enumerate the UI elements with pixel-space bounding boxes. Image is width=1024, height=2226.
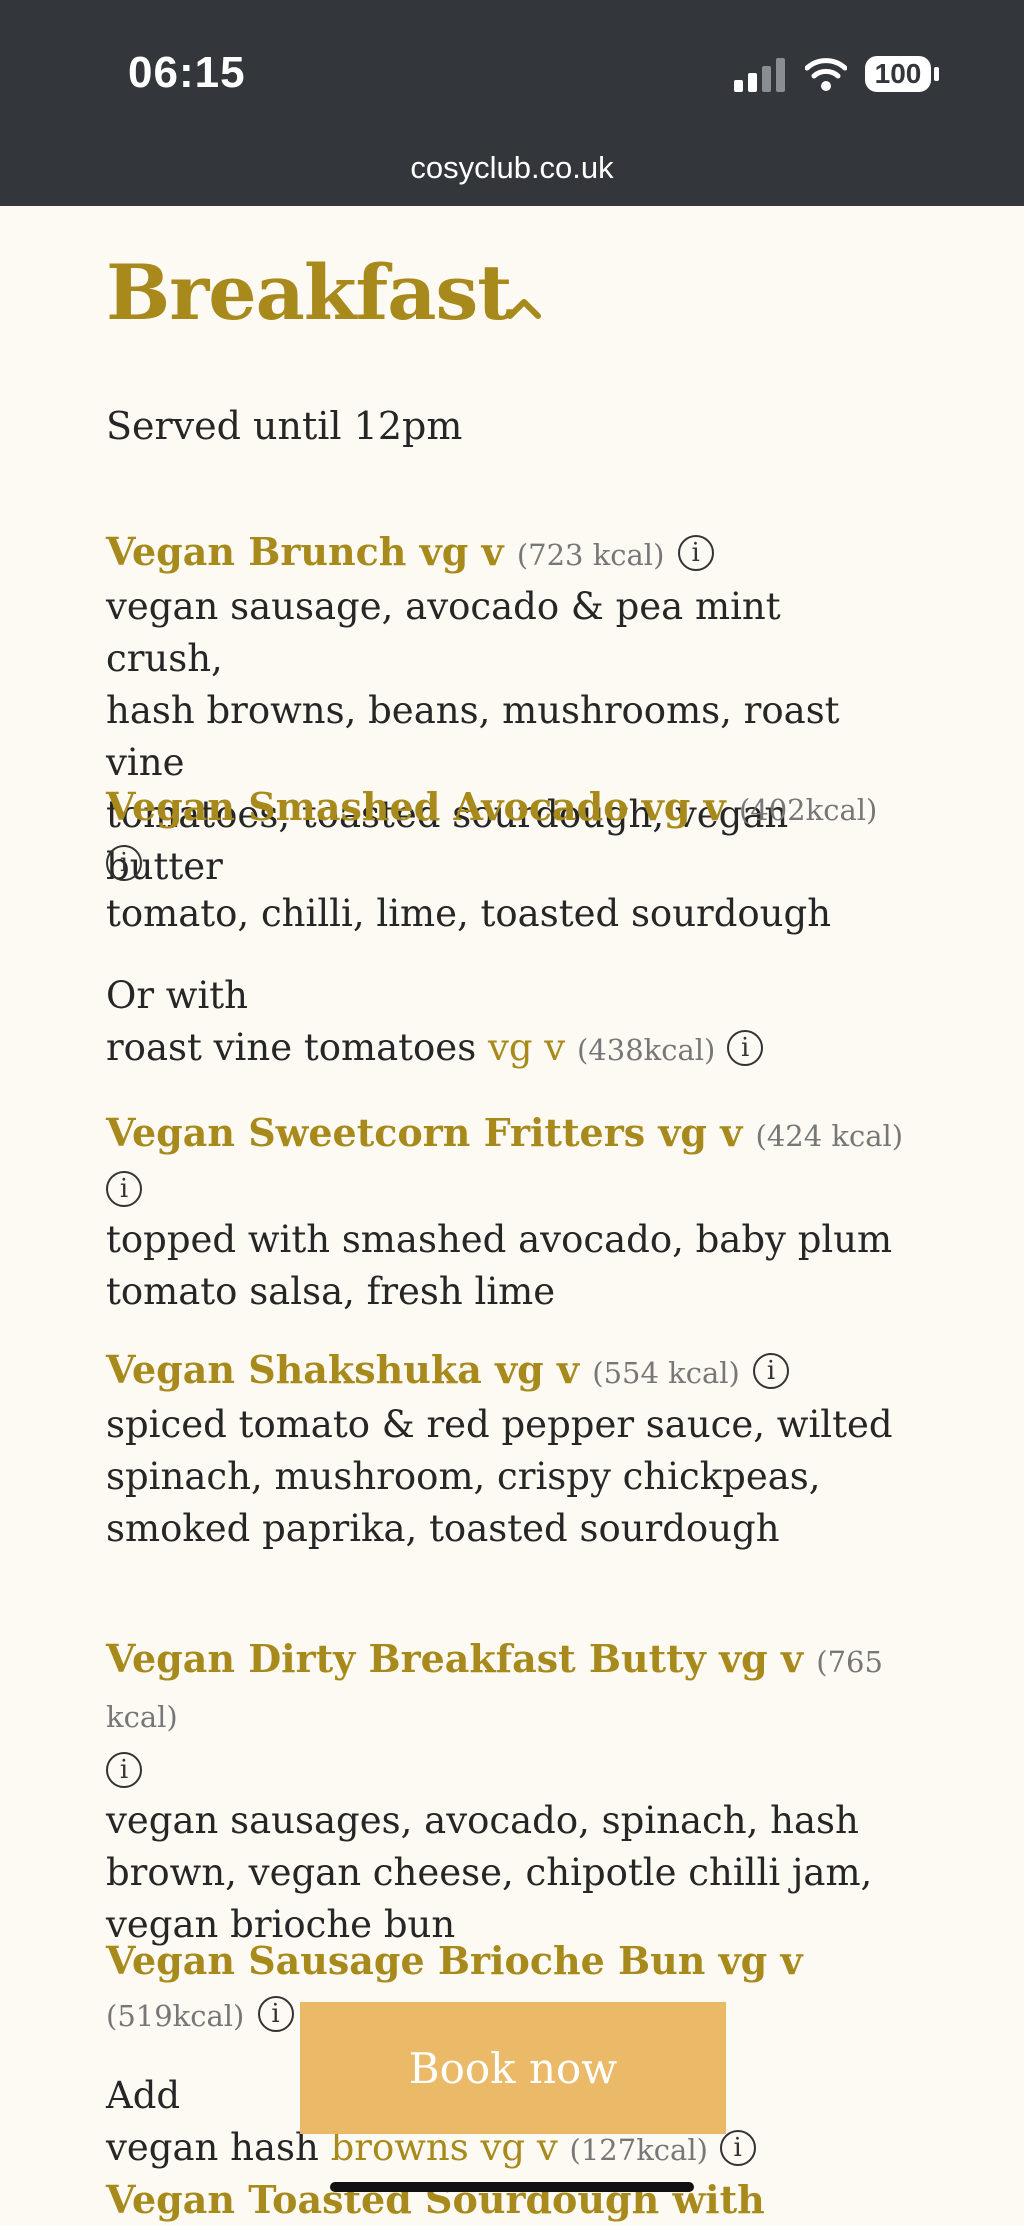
cellular-signal-icon xyxy=(734,58,785,92)
menu-item-name: Vegan Sweetcorn Fritters vg v xyxy=(106,1110,743,1155)
menu-item-description: spiced tomato & red pepper sauce, wilted… xyxy=(106,1399,906,1555)
description-line: vegan sausage, avocado & pea mint crush, xyxy=(106,585,781,680)
info-icon[interactable]: i xyxy=(257,1996,294,2032)
description-line: smoked paprika, toasted sourdough xyxy=(106,1507,780,1550)
description-line: hash browns, beans, mushrooms, roast vin… xyxy=(106,689,840,784)
menu-item-kcal: (554 kcal) xyxy=(592,1356,740,1390)
info-icon[interactable]: i xyxy=(753,1353,790,1389)
description-line: spiced tomato & red pepper sauce, wilted xyxy=(106,1403,893,1446)
battery-icon: 100 xyxy=(865,56,931,92)
menu-item-description: topped with smashed avocado, baby plum t… xyxy=(106,1214,906,1318)
menu-item-kcal: (723 kcal) xyxy=(516,538,665,572)
menu-item-name: Vegan Dirty Breakfast Butty vg v xyxy=(106,1636,804,1681)
menu-item-kcal: (424 kcal) xyxy=(755,1119,904,1153)
menu-item-kcal: (519kcal) xyxy=(106,1999,245,2033)
description-line: brown, vegan cheese, chipotle chilli jam… xyxy=(106,1851,873,1894)
info-icon[interactable]: i xyxy=(106,845,142,881)
section-heading[interactable]: Breakfast xyxy=(106,248,512,337)
description-line: vegan sausages, avocado, spinach, hash xyxy=(106,1799,859,1842)
battery-tip xyxy=(934,67,939,81)
menu-item: Vegan Sweetcorn Fritters vg v (424 kcal)… xyxy=(106,1107,906,1318)
variant-kcal: (127kcal) xyxy=(569,2133,708,2167)
served-until-text: Served until 12pm xyxy=(106,404,463,448)
wifi-icon xyxy=(805,58,847,91)
menu-item-description: vegan sausages, avocado, spinach, hash b… xyxy=(106,1795,906,1951)
home-indicator[interactable] xyxy=(330,2182,694,2192)
variant-kcal: (438kcal) xyxy=(576,1033,716,1067)
menu-item: Vegan Dirty Breakfast Butty vg v (765 kc… xyxy=(106,1633,906,1951)
description-line: tomato salsa, fresh lime xyxy=(106,1270,556,1313)
variant-text: roast vine tomatoes xyxy=(106,1026,477,1069)
menu-item-title: Vegan Smashed Avocado vg v (402kcal) i xyxy=(106,781,906,888)
menu-item-name: Vegan Smashed Avocado vg v xyxy=(106,784,726,829)
chevron-up-icon[interactable] xyxy=(504,292,544,322)
menu-item-name: Vegan Brunch vg v xyxy=(106,529,504,574)
address-bar-url[interactable]: cosyclub.co.uk xyxy=(0,150,1024,186)
menu-item-kcal: (402kcal) xyxy=(738,793,878,827)
status-time: 06:15 xyxy=(128,48,246,97)
status-bar: 06:15 100 cosyclub.co.uk xyxy=(0,0,1024,206)
description-line: topped with smashed avocado, baby plum xyxy=(106,1218,893,1261)
menu-item-title: Vegan Shakshuka vg v (554 kcal) i xyxy=(106,1344,906,1399)
menu-item: Vegan Shakshuka vg v (554 kcal) i spiced… xyxy=(106,1344,906,1555)
description-line: tomato, chilli, lime, toasted sourdough xyxy=(106,892,832,935)
book-now-button[interactable]: Book now xyxy=(300,2002,726,2134)
menu-item-title: Vegan Sweetcorn Fritters vg v (424 kcal)… xyxy=(106,1107,906,1214)
info-icon[interactable]: i xyxy=(719,2130,756,2166)
menu-item-title: Vegan Dirty Breakfast Butty vg v (765 kc… xyxy=(106,1633,906,1743)
info-icon[interactable]: i xyxy=(677,535,714,571)
description-line: spinach, mushroom, crispy chickpeas, xyxy=(106,1455,821,1498)
info-icon[interactable]: i xyxy=(106,1752,142,1788)
variant-line: roast vine tomatoes vg v (438kcal) i xyxy=(106,1022,906,1076)
variant-or-with: Or with xyxy=(106,974,248,1017)
variant-tag: vg v xyxy=(487,1026,566,1069)
info-icon[interactable]: i xyxy=(106,1171,142,1207)
menu-item: Vegan Smashed Avocado vg v (402kcal) i t… xyxy=(106,781,906,1076)
menu-item-description: tomato, chilli, lime, toasted sourdough xyxy=(106,888,906,940)
menu-item-title: Vegan Brunch vg v (723 kcal) i xyxy=(106,526,906,581)
variant-text: vegan hash xyxy=(106,2126,319,2169)
menu-item-name: Vegan Sausage Brioche Bun vg v xyxy=(106,1938,803,1983)
menu-item-info-row: i xyxy=(106,1743,906,1795)
info-icon[interactable]: i xyxy=(727,1030,764,1066)
menu-item-name: Vegan Shakshuka vg v xyxy=(106,1347,580,1392)
